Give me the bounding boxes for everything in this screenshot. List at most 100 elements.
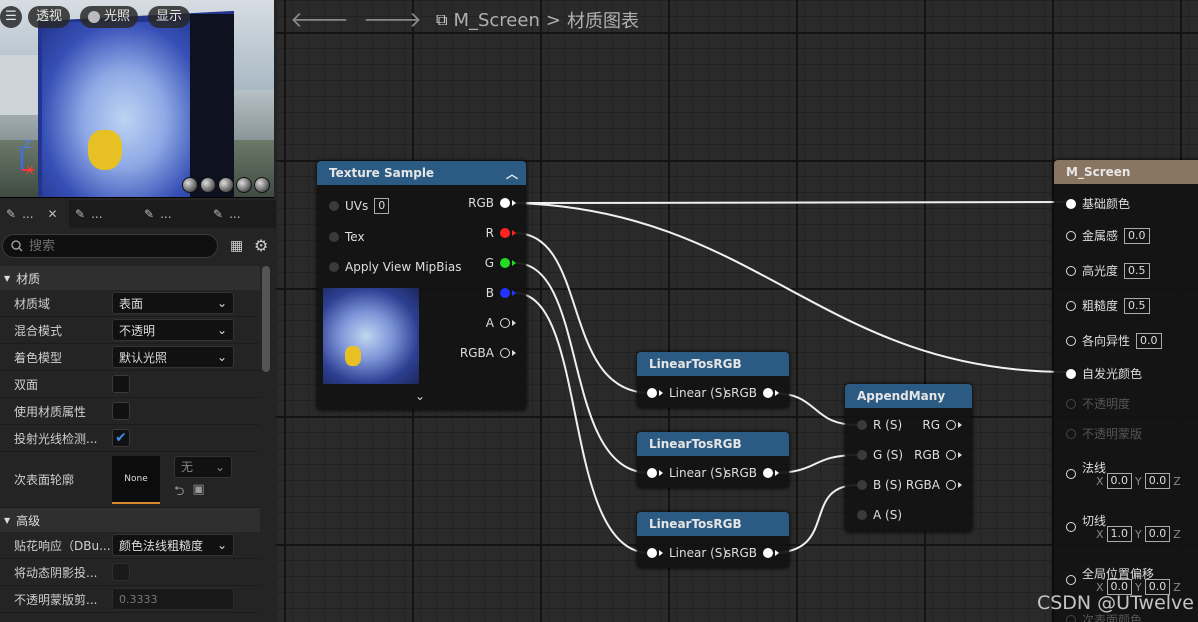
pin-arrow [659,550,663,556]
pin-r-in[interactable]: R (S) [857,418,902,432]
viewport-menu-button[interactable]: ☰ [0,6,22,28]
plane-icon[interactable] [218,177,234,193]
lighting-button[interactable]: 光照 [80,6,139,28]
node-header[interactable]: M_Screen [1054,160,1198,184]
node-header[interactable]: LinearTosRGB [637,432,789,456]
show-button[interactable]: 显示 [148,6,191,28]
pin-uvs[interactable]: UVs 0 [329,198,390,214]
linear-to-srgb-node-3[interactable]: LinearTosRGB Linear (S) sRGB [637,512,789,568]
settings-icon[interactable]: ⚙ [254,236,268,255]
two-sided-checkbox[interactable] [112,375,130,393]
tab-3[interactable]: ✎ ... [138,200,207,228]
property-row: 将动态阴影投... [0,559,260,586]
linear-to-srgb-node-1[interactable]: LinearTosRGB Linear (S) sRGB [637,352,789,408]
pin-linear-in[interactable]: Linear (S) [647,546,727,560]
pin-specular[interactable]: 高光度 0.5 [1066,262,1150,279]
subsurface-profile-dropdown[interactable]: 无 ⌄ [174,455,232,478]
chevron-down-icon: ⌄ [216,538,227,552]
table-view-icon[interactable]: ▦ [230,238,243,254]
preview-viewport[interactable]: Z X ☰ 透视 光照 显示 [0,0,274,198]
category-material[interactable]: ▼ 材质 [0,266,260,290]
linear-to-srgb-node-2[interactable]: LinearTosRGB Linear (S) sRGB [637,432,789,488]
teapot-icon[interactable] [254,177,270,193]
pin-linear-in[interactable]: Linear (S) [647,466,727,480]
pin-rgb-out[interactable]: RGB [914,448,962,462]
tab-details[interactable]: ✎ ... ✕ [0,200,69,228]
pin-metallic[interactable]: 金属感 0.0 [1066,227,1150,244]
category-advanced[interactable]: ▼ 高级 [0,508,260,532]
pin-srgb-out[interactable]: sRGB [725,466,779,480]
node-header[interactable]: LinearTosRGB [637,352,789,376]
tab-2[interactable]: ✎ ... [69,200,138,228]
pin-opacity-mask: 不透明蒙版 [1066,425,1142,442]
material-result-node[interactable]: M_Screen 基础颜色 金属感 0.0 高光度 0.5 粗糙度 0.5 各向异性 0… [1054,160,1198,622]
pin-value[interactable]: 1.0 [1106,526,1133,542]
tab-4[interactable]: ✎ ... [207,200,276,228]
node-header[interactable]: LinearTosRGB [637,512,789,536]
search-input[interactable] [29,238,199,254]
browse-folder-icon[interactable]: ▣ [192,482,204,504]
subsurface-profile-thumbnail[interactable]: None [112,455,160,504]
use-selected-icon[interactable]: ⮌ [174,482,184,504]
pin-emissive-color[interactable]: 自发光颜色 [1066,365,1142,382]
close-icon[interactable]: ✕ [48,207,58,221]
shading-model-dropdown[interactable]: 默认光照 ⌄ [112,346,234,368]
pin-mipbias[interactable]: Apply View MipBias [329,260,461,274]
append-many-node[interactable]: AppendMany R (S) G (S) B (S) A (S) RG RG… [845,384,972,532]
cylinder-icon[interactable] [182,177,198,193]
breadcrumb-graph[interactable]: 材质图表 [567,7,639,33]
breadcrumb-asset[interactable]: M_Screen [453,10,539,31]
cube-icon[interactable] [236,177,252,193]
node-header[interactable]: Texture Sample ︿ [317,161,526,185]
material-domain-dropdown[interactable]: 表面 ⌄ [112,292,234,314]
perspective-button[interactable]: 透视 [28,6,71,28]
details-scrollbar[interactable] [262,266,270,372]
pin-a-out[interactable]: A [486,316,516,330]
expand-icon[interactable]: ⌄ [415,389,425,403]
sphere-icon[interactable] [200,177,216,193]
back-arrow-icon[interactable]: 🡐 [290,7,349,33]
pin-rgb-out[interactable]: RGB [468,196,516,210]
pin-rgba-out[interactable]: RGBA [906,478,962,492]
pin-r-out[interactable]: R [486,226,516,240]
pin-linear-in[interactable]: Linear (S) [647,386,727,400]
decal-response-dropdown[interactable]: 颜色法线粗糙度 ⌄ [112,534,234,556]
pin-b-in[interactable]: B (S) [857,478,902,492]
pin-value[interactable]: 0 [374,198,390,214]
pin-a-in[interactable]: A (S) [857,508,902,522]
pin-roughness[interactable]: 粗糙度 0.5 [1066,297,1150,314]
pin-arrow [775,470,779,476]
forward-arrow-icon[interactable]: 🡒 [363,7,422,33]
pin-value[interactable]: 0.0 [1144,473,1171,489]
pin-dot [857,420,867,430]
use-material-attributes-checkbox[interactable] [112,402,130,420]
blend-mode-dropdown[interactable]: 不透明 ⌄ [112,319,234,341]
pin-srgb-out[interactable]: sRGB [725,546,779,560]
pin-tex[interactable]: Tex [329,230,365,244]
pin-value[interactable]: 0.0 [1136,332,1162,349]
node-header[interactable]: AppendMany [845,384,972,408]
cast-ray-traced-shadows-checkbox[interactable]: ✔ [112,429,130,447]
pin-label: Linear (S) [669,546,728,560]
pin-value[interactable]: 0.5 [1124,297,1150,314]
pin-rg-out[interactable]: RG [922,418,962,432]
pin-g-in[interactable]: G (S) [857,448,903,462]
material-editor-window: { "viewport": { "buttons": [ {"label": "… [0,0,1198,622]
pin-base-color[interactable]: 基础颜色 [1066,195,1130,212]
opacity-mask-clip-field[interactable]: 0.3333 [112,588,234,610]
pin-value[interactable]: 0.5 [1124,262,1150,279]
pin-label: RGBA [905,478,940,492]
category-label: 高级 [16,513,41,528]
pin-arrow [512,260,516,266]
collapse-icon[interactable]: ︿ [506,165,518,182]
pin-b-out[interactable]: B [486,286,516,300]
pin-value[interactable]: 0.0 [1144,526,1171,542]
pin-anisotropy[interactable]: 各向异性 0.0 [1066,332,1162,349]
pin-g-out[interactable]: G [485,256,516,270]
pin-srgb-out[interactable]: sRGB [725,386,779,400]
dynamic-shadow-checkbox[interactable] [112,563,130,581]
pin-value[interactable]: 0.0 [1124,227,1150,244]
pin-rgba-out[interactable]: RGBA [460,346,516,360]
texture-sample-node[interactable]: Texture Sample ︿ UVs 0 Tex Apply View Mi… [317,161,526,410]
pin-value[interactable]: 0.0 [1106,473,1133,489]
